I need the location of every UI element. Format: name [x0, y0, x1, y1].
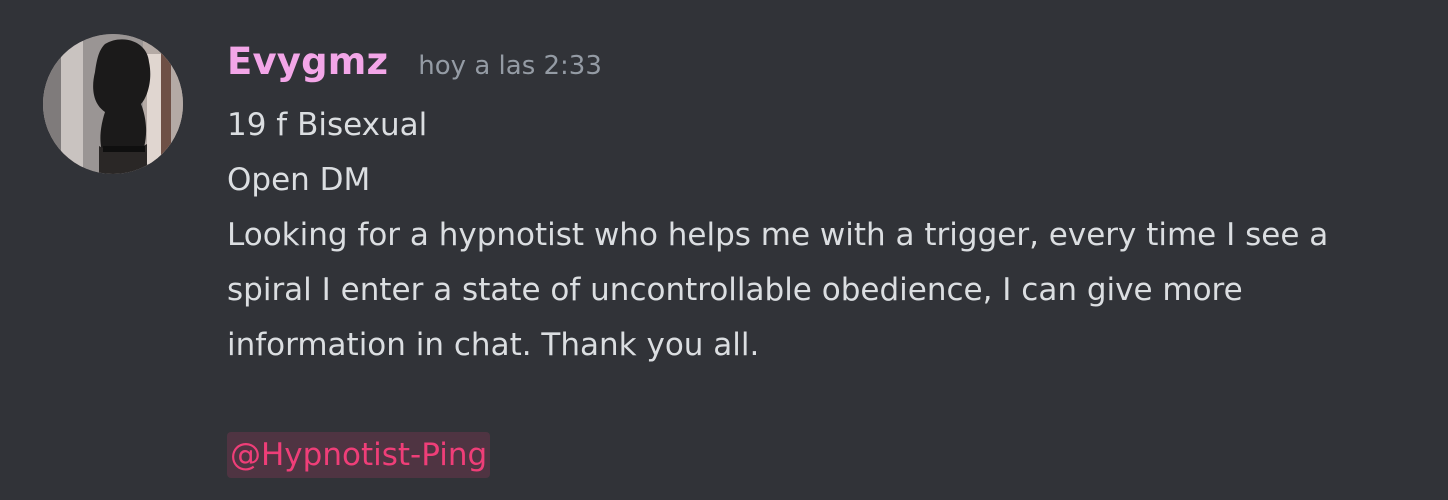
chat-message: Evygmz hoy a las 2:33 19 f Bisexual Open… [0, 0, 1448, 500]
message-header: Evygmz hoy a las 2:33 [227, 40, 1417, 98]
message-paragraph: Looking for a hypnotist who helps me wit… [227, 217, 1329, 363]
avatar-photo-icon [43, 34, 183, 174]
message-line-2: Open DM [227, 162, 371, 198]
user-avatar[interactable] [43, 34, 183, 174]
message-line-1: 19 f Bisexual [227, 107, 428, 143]
message-timestamp[interactable]: hoy a las 2:33 [418, 51, 602, 81]
message-content: Evygmz hoy a las 2:33 19 f Bisexual Open… [227, 40, 1417, 478]
author-username[interactable]: Evygmz [227, 40, 388, 83]
role-mention[interactable]: @Hypnotist-Ping [227, 432, 491, 478]
